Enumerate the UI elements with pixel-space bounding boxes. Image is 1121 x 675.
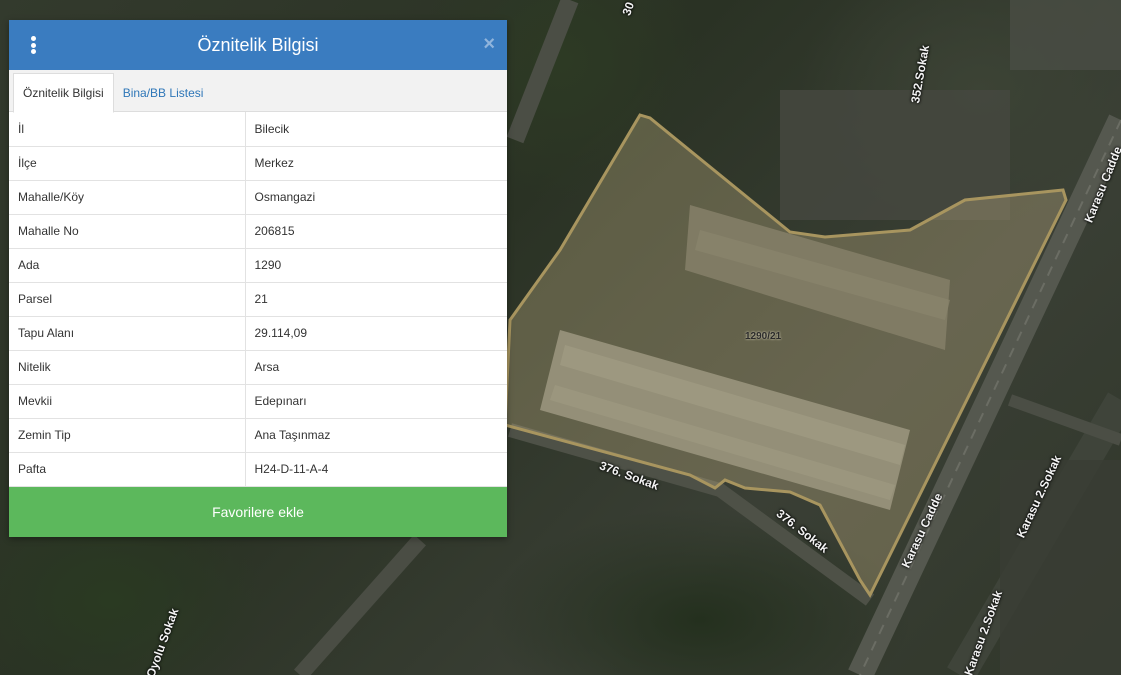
attribute-key: Tapu Alanı (9, 316, 246, 351)
attribute-value: 29.114,09 (245, 316, 507, 351)
tab-attribute-info[interactable]: Öznitelik Bilgisi (13, 73, 114, 113)
attribute-value: Ana Taşınmaz (245, 418, 507, 453)
table-row: İlçe Merkez (9, 146, 507, 181)
attribute-key: Pafta (9, 452, 246, 487)
tab-bar: Öznitelik Bilgisi Bina/BB Listesi (9, 70, 507, 113)
attribute-value: Osmangazi (245, 180, 507, 215)
table-row: Ada 1290 (9, 248, 507, 283)
close-icon[interactable]: × (483, 33, 495, 55)
table-row: Zemin Tip Ana Taşınmaz (9, 418, 507, 453)
attribute-key: İl (9, 112, 246, 147)
attribute-value: 206815 (245, 214, 507, 249)
attribute-value: 21 (245, 282, 507, 317)
attribute-info-panel: Öznitelik Bilgisi × Öznitelik Bilgisi Bi… (9, 20, 507, 537)
table-row: Pafta H24-D-11-A-4 (9, 452, 507, 487)
attribute-table: İl Bilecik İlçe Merkez Mahalle/Köy Osmangazi M… (9, 112, 507, 487)
table-row: İl Bilecik (9, 112, 507, 147)
attribute-value: 1290 (245, 248, 507, 283)
tab-building-list[interactable]: Bina/BB Listesi (114, 73, 213, 112)
table-row: Parsel 21 (9, 282, 507, 317)
attribute-key: Mahalle/Köy (9, 180, 246, 215)
attribute-key: Zemin Tip (9, 418, 246, 453)
attribute-key: İlçe (9, 146, 246, 181)
panel-header: Öznitelik Bilgisi × (9, 20, 507, 70)
attribute-key: Mevkii (9, 384, 246, 419)
attribute-key: Mahalle No (9, 214, 246, 249)
attribute-value: H24-D-11-A-4 (245, 452, 507, 487)
table-row: Nitelik Arsa (9, 350, 507, 385)
attribute-value: Arsa (245, 350, 507, 385)
parcel-label: 1290/21 (745, 331, 782, 342)
attribute-key: Ada (9, 248, 246, 283)
attribute-value: Edepınarı (245, 384, 507, 419)
vertical-dots-icon[interactable] (27, 36, 39, 54)
table-row: Mahalle/Köy Osmangazi (9, 180, 507, 215)
attribute-key: Parsel (9, 282, 246, 317)
table-row: Mevkii Edepınarı (9, 384, 507, 419)
table-row: Tapu Alanı 29.114,09 (9, 316, 507, 351)
attribute-value: Merkez (245, 146, 507, 181)
add-to-favorites-button[interactable]: Favorilere ekle (9, 486, 507, 537)
attribute-key: Nitelik (9, 350, 246, 385)
attribute-value: Bilecik (245, 112, 507, 147)
table-row: Mahalle No 206815 (9, 214, 507, 249)
panel-title: Öznitelik Bilgisi (197, 34, 319, 55)
